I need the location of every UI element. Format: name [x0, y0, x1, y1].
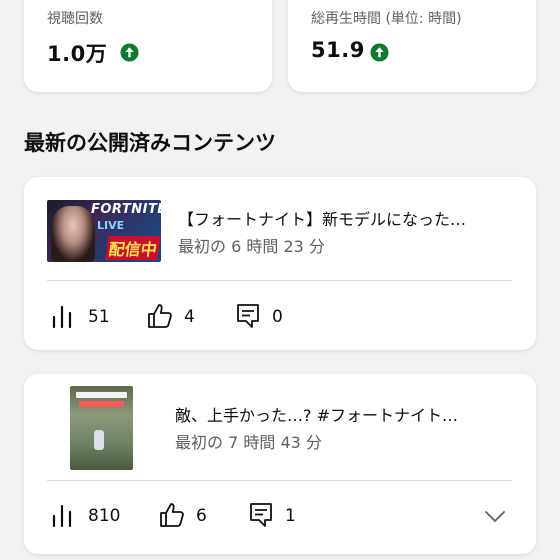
thumbnail-caption [76, 392, 127, 398]
video-title[interactable]: 【フォートナイト】新モデルになった… [178, 206, 508, 230]
bar-chart-icon [52, 504, 72, 528]
thumbnail-text: 配信中 [105, 236, 161, 260]
likes-count: 6 [196, 506, 207, 526]
thumbnail-caption [79, 401, 124, 407]
divider [47, 480, 512, 481]
thumbs-up-icon[interactable] [158, 501, 186, 529]
comments-count: 1 [285, 506, 296, 526]
section-title: 最新の公開済みコンテンツ [24, 131, 276, 155]
video-thumbnail[interactable]: FORTNITE LIVE 配信中 [47, 200, 161, 262]
comment-icon[interactable] [234, 302, 262, 330]
comments-count: 0 [272, 307, 283, 327]
stat-value: 1.0万 [47, 42, 108, 66]
thumbnail-figure [94, 430, 104, 450]
video-card[interactable]: 敵、上手かった…? #フォートナイト… 最初の 7 時間 43 分 810 6 … [24, 374, 536, 554]
stat-value: 51.9 [311, 38, 365, 62]
arrow-up-circle-icon [120, 43, 139, 62]
stat-label: 視聴回数 [47, 11, 103, 27]
thumbnail-text: LIVE [97, 219, 125, 232]
video-subtitle: 最初の 6 時間 23 分 [178, 237, 325, 256]
likes-count: 4 [184, 307, 195, 327]
video-subtitle: 最初の 7 時間 43 分 [175, 433, 322, 452]
comment-icon[interactable] [247, 501, 275, 529]
views-count: 51 [88, 307, 110, 327]
stat-label: 総再生時間 (単位: 時間) [311, 11, 462, 27]
arrow-up-circle-icon [370, 43, 389, 62]
stat-card-views[interactable]: 視聴回数 1.0万 [24, 0, 272, 92]
video-card[interactable]: FORTNITE LIVE 配信中 【フォートナイト】新モデルになった… 最初の… [24, 177, 536, 350]
stat-card-watch-time[interactable]: 総再生時間 (単位: 時間) 51.9 [288, 0, 536, 92]
chevron-down-icon[interactable] [481, 502, 509, 530]
divider [47, 280, 512, 281]
video-thumbnail[interactable] [70, 386, 133, 470]
thumbs-up-icon[interactable] [146, 302, 174, 330]
views-count: 810 [88, 506, 121, 526]
thumbnail-figure [51, 206, 95, 262]
bar-chart-icon [52, 305, 72, 329]
video-title[interactable]: 敵、上手かった…? #フォートナイト… [175, 402, 510, 426]
thumbnail-text: FORTNITE [91, 202, 161, 217]
